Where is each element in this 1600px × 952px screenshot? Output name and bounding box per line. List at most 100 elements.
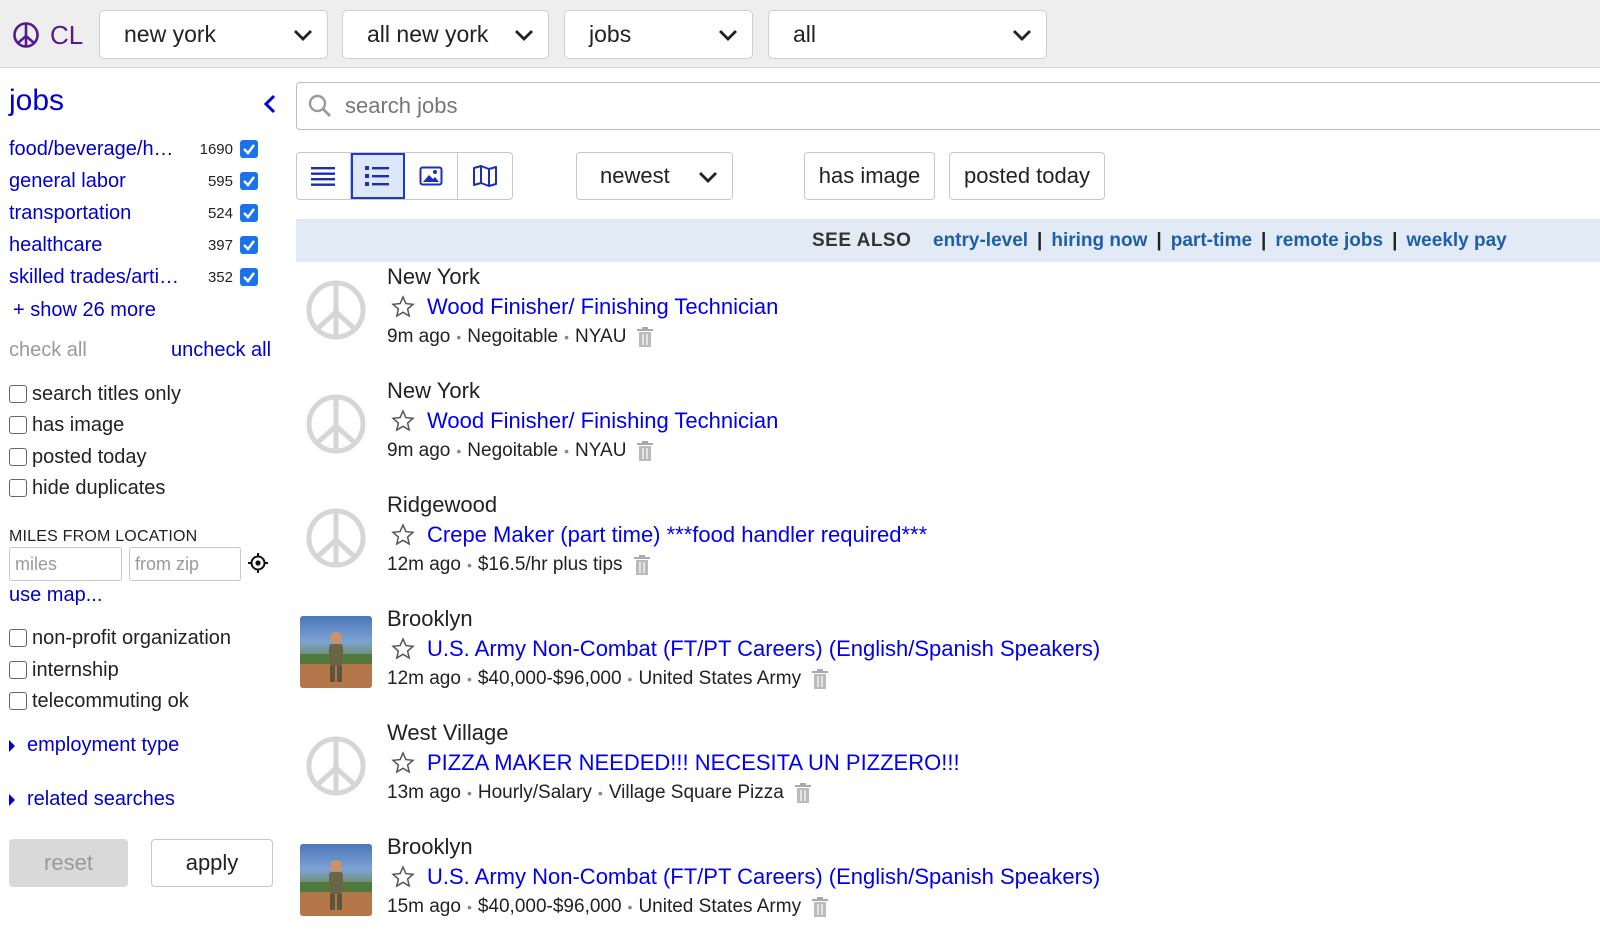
category-checkbox[interactable] xyxy=(240,236,258,254)
post-title-link[interactable]: U.S. Army Non-Combat (FT/PT Careers) (En… xyxy=(427,636,1100,662)
see-also-link-remote-jobs[interactable]: remote jobs xyxy=(1275,230,1383,252)
sidebar-item-skilled-trades[interactable]: skilled trades/arti… 352 xyxy=(9,264,279,290)
separator: • xyxy=(627,899,633,915)
sidebar-item-transportation[interactable]: transportation 524 xyxy=(9,200,279,226)
post-title-link[interactable]: Crepe Maker (part time) ***food handler … xyxy=(427,522,927,548)
star-icon[interactable] xyxy=(391,409,415,433)
filter-label: internship xyxy=(32,658,119,681)
chevron-left-icon[interactable] xyxy=(260,92,280,116)
checkbox[interactable] xyxy=(9,416,27,434)
trash-icon[interactable] xyxy=(811,896,829,918)
filter-has-image[interactable]: has image xyxy=(9,413,124,437)
see-also-link-hiring-now[interactable]: hiring now xyxy=(1051,230,1147,252)
trash-icon[interactable] xyxy=(794,782,812,804)
category-checkbox[interactable] xyxy=(240,172,258,190)
separator: • xyxy=(466,899,472,915)
checkbox[interactable] xyxy=(9,692,27,710)
post-title-row: PIZZA MAKER NEEDED!!! NECESITA UN PIZZER… xyxy=(391,750,960,776)
post-title-link[interactable]: PIZZA MAKER NEEDED!!! NECESITA UN PIZZER… xyxy=(427,750,960,776)
checkbox[interactable] xyxy=(9,385,27,403)
filter-hide-duplicates[interactable]: hide duplicates xyxy=(9,476,165,500)
post-age: 12m ago xyxy=(387,554,461,575)
use-map-link[interactable]: use map... xyxy=(9,584,102,607)
filter-telecommuting[interactable]: telecommuting ok xyxy=(9,689,189,713)
filter-search-titles-only[interactable]: search titles only xyxy=(9,382,181,406)
post-title-row: Wood Finisher/ Finishing Technician xyxy=(391,408,778,434)
subarea-select-value: all new york xyxy=(367,21,489,47)
category-checkbox[interactable] xyxy=(240,204,258,222)
posted-today-toggle[interactable]: posted today xyxy=(949,152,1105,200)
checkbox[interactable] xyxy=(9,479,27,497)
see-also-bar: SEE ALSO entry-level | hiring now | part… xyxy=(296,219,1600,262)
craigslist-logo[interactable]: CL xyxy=(12,18,83,52)
map-icon xyxy=(473,165,498,187)
subcategory-select[interactable]: all xyxy=(768,10,1047,59)
separator: | xyxy=(1261,229,1267,251)
check-icon xyxy=(243,240,255,251)
sort-select[interactable]: newest xyxy=(576,152,733,200)
post-pay: $16.5/hr plus tips xyxy=(477,554,623,575)
logo-text: CL xyxy=(50,19,84,50)
star-icon[interactable] xyxy=(391,637,415,661)
sidebar-item-general-labor[interactable]: general labor 595 xyxy=(9,168,279,194)
map-view-button[interactable] xyxy=(458,153,512,199)
zip-input[interactable]: from zip xyxy=(129,547,241,581)
chevron-down-icon xyxy=(515,30,533,41)
post-thumbnail[interactable] xyxy=(300,616,372,688)
trash-icon[interactable] xyxy=(636,440,654,462)
check-all-link[interactable]: check all xyxy=(9,339,87,362)
apply-button[interactable]: apply xyxy=(151,839,273,887)
search-placeholder: search jobs xyxy=(345,93,458,118)
star-icon[interactable] xyxy=(391,523,415,547)
post-thumbnail[interactable] xyxy=(300,844,372,916)
locate-icon[interactable] xyxy=(247,552,269,574)
filter-label: telecommuting ok xyxy=(32,689,189,712)
filter-label: search titles only xyxy=(32,382,181,405)
search-input[interactable]: search jobs xyxy=(296,82,1600,130)
post-title-link[interactable]: U.S. Army Non-Combat (FT/PT Careers) (En… xyxy=(427,864,1100,890)
see-also-link-entry-level[interactable]: entry-level xyxy=(933,230,1028,252)
checkbox[interactable] xyxy=(9,661,27,679)
category-select[interactable]: jobs xyxy=(564,10,753,59)
star-icon[interactable] xyxy=(391,865,415,889)
filter-internship[interactable]: internship xyxy=(9,658,119,682)
list-view-button[interactable] xyxy=(297,153,351,199)
chevron-down-icon xyxy=(719,30,737,41)
see-also-link-weekly-pay[interactable]: weekly pay xyxy=(1406,230,1506,252)
preview-view-button[interactable] xyxy=(350,153,405,199)
category-checkbox[interactable] xyxy=(240,268,258,286)
peace-placeholder-icon[interactable] xyxy=(300,388,372,460)
peace-placeholder-icon[interactable] xyxy=(300,274,372,346)
post-title-link[interactable]: Wood Finisher/ Finishing Technician xyxy=(427,294,778,320)
post-meta: 15m ago • $40,000-$96,000 • United States … xyxy=(387,896,829,918)
post-title-link[interactable]: Wood Finisher/ Finishing Technician xyxy=(427,408,778,434)
checkbox[interactable] xyxy=(9,629,27,647)
trash-icon[interactable] xyxy=(633,554,651,576)
gallery-view-button[interactable] xyxy=(405,153,459,199)
category-label: transportation xyxy=(9,201,132,224)
filter-non-profit[interactable]: non-profit organization xyxy=(9,626,231,650)
trash-icon[interactable] xyxy=(811,668,829,690)
reset-button[interactable]: reset xyxy=(9,839,128,887)
related-searches-toggle[interactable]: related searches xyxy=(9,788,175,811)
checkbox[interactable] xyxy=(9,448,27,466)
subarea-select[interactable]: all new york xyxy=(342,10,549,59)
see-also-link-part-time[interactable]: part-time xyxy=(1171,230,1252,252)
peace-placeholder-icon[interactable] xyxy=(300,502,372,574)
sidebar-item-healthcare[interactable]: healthcare 397 xyxy=(9,232,279,258)
uncheck-all-link[interactable]: uncheck all xyxy=(171,339,271,362)
employment-type-toggle[interactable]: employment type xyxy=(9,734,179,757)
trash-icon[interactable] xyxy=(636,326,654,348)
employment-type-label: employment type xyxy=(27,734,180,756)
star-icon[interactable] xyxy=(391,751,415,775)
area-select[interactable]: new york xyxy=(99,10,328,59)
filter-posted-today[interactable]: posted today xyxy=(9,445,147,469)
sidebar-item-food-beverage[interactable]: food/beverage/h… 1690 xyxy=(9,136,279,162)
miles-input[interactable]: miles xyxy=(9,547,122,581)
show-more-link[interactable]: + show 26 more xyxy=(13,299,156,322)
star-icon[interactable] xyxy=(391,295,415,319)
separator: • xyxy=(597,785,603,801)
peace-placeholder-icon[interactable] xyxy=(300,730,372,802)
category-checkbox[interactable] xyxy=(240,140,258,158)
has-image-toggle[interactable]: has image xyxy=(804,152,935,200)
